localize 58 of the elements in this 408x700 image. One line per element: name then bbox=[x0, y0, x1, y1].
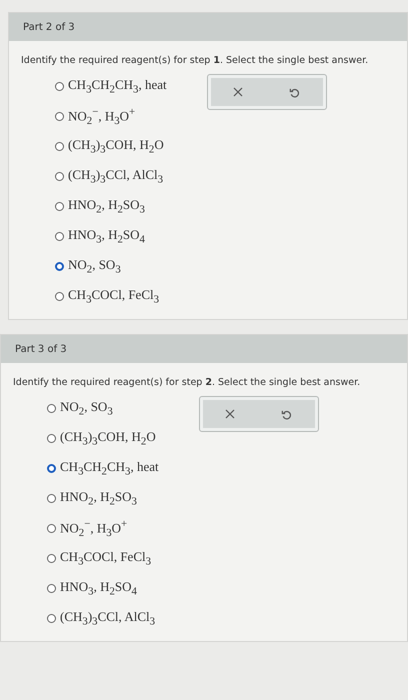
part-title: Part 3 of 3 bbox=[15, 344, 67, 354]
option-label: NO$_{2}$$^{−}$, H$_{3}$O$^{+}$ bbox=[60, 518, 128, 539]
radio-button[interactable] bbox=[47, 524, 56, 533]
radio-button[interactable] bbox=[55, 262, 64, 271]
question-text: Identify the required reagent(s) for step 2. Select the single best answer. bbox=[13, 377, 362, 388]
radio-button[interactable] bbox=[47, 614, 56, 623]
radio-button[interactable] bbox=[55, 292, 64, 301]
radio-button[interactable] bbox=[55, 142, 64, 151]
radio-button[interactable] bbox=[47, 434, 56, 443]
option-label: HNO$_{2}$, H$_{2}$SO$_{3}$ bbox=[68, 197, 145, 216]
option-label: HNO$_{3}$, H$_{2}$SO$_{4}$ bbox=[60, 579, 137, 598]
radio-button[interactable] bbox=[47, 494, 56, 503]
radio-button[interactable] bbox=[47, 464, 56, 473]
option-label: CH$_{3}$COCl, FeCl$_{3}$ bbox=[60, 549, 152, 568]
option-label: HNO$_{3}$, H$_{2}$SO$_{4}$ bbox=[68, 227, 145, 246]
radio-button[interactable] bbox=[55, 172, 64, 181]
answer-option[interactable]: NO$_{2}$$^{−}$, H$_{3}$O$^{+}$ bbox=[47, 518, 159, 539]
answer-option[interactable]: HNO$_{2}$, H$_{2}$SO$_{3}$ bbox=[55, 196, 167, 217]
option-label: NO$_{2}$$^{−}$, H$_{3}$O$^{+}$ bbox=[68, 106, 136, 127]
answer-option[interactable]: CH$_{3}$CH$_{2}$CH$_{3}$, heat bbox=[47, 458, 159, 479]
option-label: (CH$_{3}$)$_{3}$COH, H$_{2}$O bbox=[68, 137, 164, 156]
clear-button[interactable] bbox=[231, 85, 246, 99]
answer-option[interactable]: HNO$_{2}$, H$_{2}$SO$_{3}$ bbox=[47, 488, 159, 509]
option-label: NO$_{2}$, SO$_{3}$ bbox=[68, 257, 121, 276]
option-label: CH$_{3}$COCl, FeCl$_{3}$ bbox=[68, 287, 160, 306]
radio-button[interactable] bbox=[55, 202, 64, 211]
undo-icon bbox=[280, 408, 292, 420]
radio-button[interactable] bbox=[55, 112, 64, 121]
undo-icon bbox=[288, 86, 300, 98]
clear-button[interactable] bbox=[223, 407, 238, 421]
answer-option[interactable]: CH$_{3}$COCl, FeCl$_{3}$ bbox=[55, 286, 167, 307]
close-icon bbox=[225, 409, 236, 419]
answer-option[interactable]: CH$_{3}$CH$_{2}$CH$_{3}$, heat bbox=[55, 76, 167, 97]
option-label: HNO$_{2}$, H$_{2}$SO$_{3}$ bbox=[60, 489, 137, 508]
answer-option[interactable]: (CH$_{3}$)$_{3}$COH, H$_{2}$O bbox=[47, 428, 159, 449]
answer-option[interactable]: (CH$_{3}$)$_{3}$CCl, AlCl$_{3}$ bbox=[47, 608, 159, 629]
close-icon bbox=[233, 87, 244, 97]
answer-option[interactable]: HNO$_{3}$, H$_{2}$SO$_{4}$ bbox=[47, 578, 159, 599]
option-label: NO$_{2}$, SO$_{3}$ bbox=[60, 399, 113, 418]
option-label: CH$_{3}$CH$_{2}$CH$_{3}$, heat bbox=[68, 77, 167, 96]
option-label: (CH$_{3}$)$_{3}$CCl, AlCl$_{3}$ bbox=[60, 609, 156, 628]
answer-option[interactable]: HNO$_{3}$, H$_{2}$SO$_{4}$ bbox=[55, 226, 167, 247]
option-label: CH$_{3}$CH$_{2}$CH$_{3}$, heat bbox=[60, 459, 159, 478]
option-label: (CH$_{3}$)$_{3}$COH, H$_{2}$O bbox=[60, 429, 156, 448]
answer-option[interactable]: (CH$_{3}$)$_{3}$COH, H$_{2}$O bbox=[55, 136, 167, 157]
answer-option[interactable]: CH$_{3}$COCl, FeCl$_{3}$ bbox=[47, 548, 159, 569]
part-title: Part 2 of 3 bbox=[23, 22, 75, 32]
radio-button[interactable] bbox=[47, 584, 56, 593]
radio-button[interactable] bbox=[47, 404, 56, 413]
option-label: (CH$_{3}$)$_{3}$CCl, AlCl$_{3}$ bbox=[68, 167, 164, 186]
answer-option[interactable]: NO$_{2}$, SO$_{3}$ bbox=[47, 398, 159, 419]
radio-button[interactable] bbox=[47, 554, 56, 563]
radio-button[interactable] bbox=[55, 82, 64, 91]
answer-option[interactable]: NO$_{2}$, SO$_{3}$ bbox=[55, 256, 167, 277]
answer-option[interactable]: NO$_{2}$$^{−}$, H$_{3}$O$^{+}$ bbox=[55, 106, 167, 127]
answer-option[interactable]: (CH$_{3}$)$_{3}$CCl, AlCl$_{3}$ bbox=[55, 166, 167, 187]
radio-button[interactable] bbox=[55, 232, 64, 241]
question-text: Identify the required reagent(s) for step 1. Select the single best answer. bbox=[21, 55, 370, 66]
